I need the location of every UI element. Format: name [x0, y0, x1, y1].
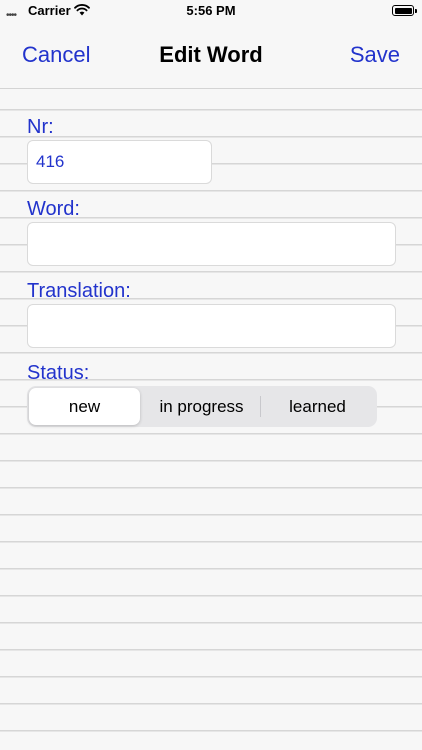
word-input[interactable]	[27, 222, 396, 266]
status-option-learned[interactable]: learned	[260, 388, 375, 425]
battery-icon	[392, 5, 417, 16]
translation-label: Translation:	[27, 280, 131, 302]
status-label: Status:	[27, 362, 90, 384]
navigation-bar: Cancel Edit Word Save	[0, 22, 422, 89]
battery-level	[394, 7, 412, 14]
clock: 5:56 PM	[186, 3, 236, 18]
status-segmented-control: new in progress learned	[27, 386, 377, 427]
nr-label: Nr:	[27, 116, 54, 138]
word-label: Word:	[27, 198, 80, 220]
save-button[interactable]: Save	[350, 42, 400, 68]
translation-input[interactable]	[27, 304, 396, 348]
nr-input[interactable]	[27, 140, 212, 184]
status-option-in-progress[interactable]: in progress	[144, 388, 259, 425]
status-bar: •••• Carrier 5:56 PM	[0, 0, 422, 22]
status-option-new[interactable]: new	[29, 388, 140, 425]
cancel-button[interactable]: Cancel	[22, 42, 90, 68]
